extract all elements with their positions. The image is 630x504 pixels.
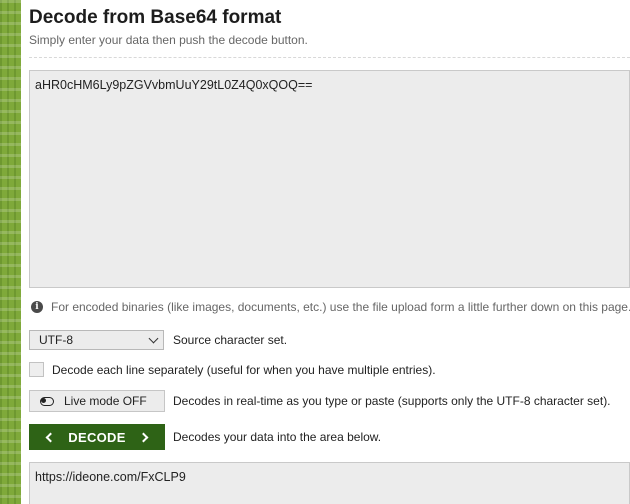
divider — [29, 57, 630, 58]
charset-selected-value: UTF-8 — [39, 333, 73, 347]
info-note-text: For encoded binaries (like images, docum… — [51, 300, 630, 314]
toggle-icon — [40, 396, 54, 406]
charset-select[interactable]: UTF-8 — [29, 330, 164, 350]
each-line-row: Decode each line separately (useful for … — [29, 362, 436, 377]
decode-description: Decodes your data into the area below. — [173, 430, 382, 444]
page-subtitle: Simply enter your data then push the dec… — [29, 33, 308, 47]
base64-input-textarea[interactable]: aHR0cHM6Ly9pZGVvbmUuY29tL0Z4Q0xQOQ== — [29, 70, 630, 288]
page-title: Decode from Base64 format — [29, 7, 282, 28]
main-content: Decode from Base64 format Simply enter y… — [29, 0, 630, 504]
each-line-checkbox[interactable] — [29, 362, 44, 377]
decode-row: DECODE Decodes your data into the area b… — [29, 424, 381, 450]
live-mode-button[interactable]: Live mode OFF — [29, 390, 165, 412]
chevron-right-icon — [138, 432, 149, 442]
each-line-label[interactable]: Decode each line separately (useful for … — [52, 363, 436, 377]
charset-label: Source character set. — [173, 333, 288, 347]
info-note: i For encoded binaries (like images, doc… — [31, 300, 630, 314]
decode-button-label: DECODE — [68, 429, 126, 445]
decode-button[interactable]: DECODE — [29, 424, 165, 450]
chevron-left-icon — [45, 432, 56, 442]
live-mode-button-label: Live mode OFF — [64, 394, 147, 408]
decoded-output-textarea[interactable]: https://ideone.com/FxCLP9 — [29, 462, 630, 504]
chevron-down-icon — [148, 333, 159, 343]
live-mode-description: Decodes in real-time as you type or past… — [173, 394, 611, 408]
charset-row: UTF-8 Source character set. — [29, 330, 287, 350]
info-icon: i — [31, 301, 43, 313]
live-mode-row: Live mode OFF Decodes in real-time as yo… — [29, 390, 611, 412]
decorative-side-strip — [0, 0, 21, 504]
